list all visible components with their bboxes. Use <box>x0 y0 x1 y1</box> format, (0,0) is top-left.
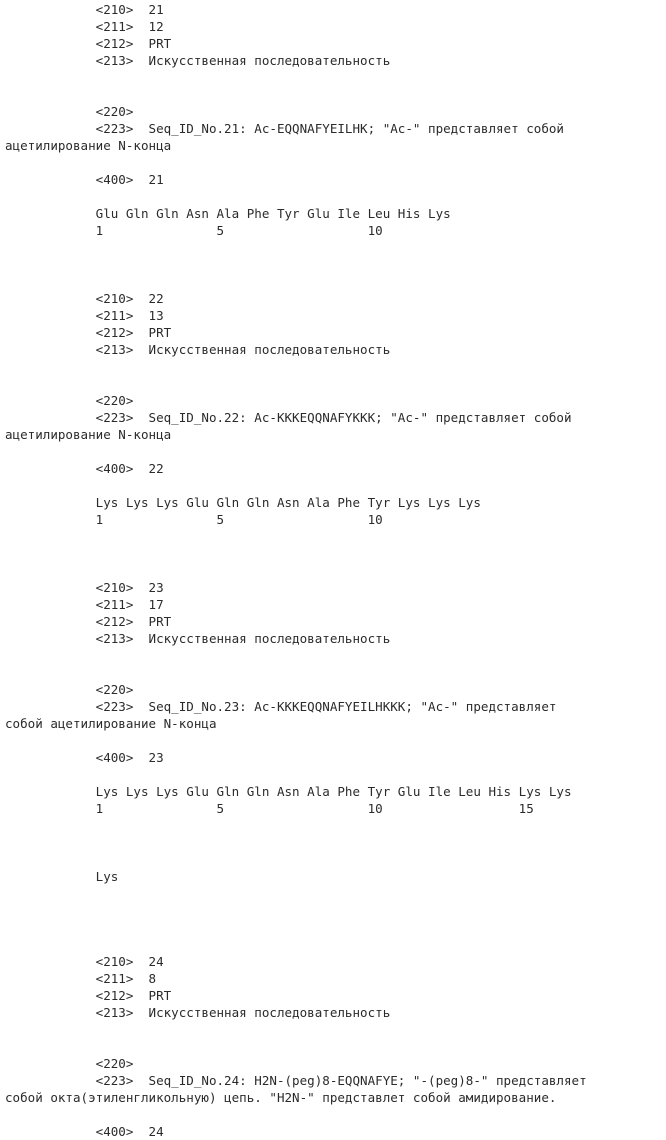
text-line: <212> PRT <box>5 325 172 340</box>
text-line: <213> Искусственная последовательность <box>5 53 391 68</box>
text-line: <223> Seq_ID_No.23: Ac-KKKEQQNAFYEILHKKK… <box>5 699 557 714</box>
text-line: <213> Искусственная последовательность <box>5 631 391 646</box>
text-line: <223> Seq_ID_No.24: H2N-(peg)8-EQQNAFYE;… <box>5 1073 587 1088</box>
text-line: Lys <box>5 869 119 884</box>
text-line: Lys Lys Lys Glu Gln Gln Asn Ala Phe Tyr … <box>5 495 481 510</box>
text-line: <223> Seq_ID_No.21: Ac-EQQNAFYEILHK; "Ac… <box>5 121 564 136</box>
text-line: <213> Искусственная последовательность <box>5 342 391 357</box>
text-line: ацетилирование N-конца <box>5 427 172 442</box>
text-line: 1 5 10 15 <box>5 801 534 816</box>
text-line: <220> <box>5 393 134 408</box>
text-line: <210> 22 <box>5 291 164 306</box>
text-line: <210> 21 <box>5 2 164 17</box>
text-line: <220> <box>5 104 134 119</box>
page-canvas: <210> 21 <211> 12 <212> PRT <213> Искусс… <box>0 0 666 1139</box>
text-line: <223> Seq_ID_No.22: Ac-KKKEQQNAFYKKK; "A… <box>5 410 572 425</box>
text-line: <400> 21 <box>5 172 164 187</box>
text-line: <212> PRT <box>5 614 172 629</box>
text-line: собой окта(этиленгликольную) цепь. "H2N-… <box>5 1090 557 1105</box>
text-line: Lys Lys Lys Glu Gln Gln Asn Ala Phe Tyr … <box>5 784 572 799</box>
sequence-listing-document: <210> 21 <211> 12 <212> PRT <213> Искусс… <box>0 0 666 1140</box>
text-line: Glu Gln Gln Asn Ala Phe Tyr Glu Ile Leu … <box>5 206 451 221</box>
text-line: <211> 13 <box>5 308 164 323</box>
text-line: <210> 23 <box>5 580 164 595</box>
text-line: <212> PRT <box>5 36 172 51</box>
text-line: ацетилирование N-конца <box>5 138 172 153</box>
text-line: <212> PRT <box>5 988 172 1003</box>
text-line: <400> 24 <box>5 1124 164 1139</box>
text-line: <213> Искусственная последовательность <box>5 1005 391 1020</box>
text-line: <220> <box>5 682 134 697</box>
text-line: <400> 23 <box>5 750 164 765</box>
text-line: <211> 17 <box>5 597 164 612</box>
text-line: <220> <box>5 1056 134 1071</box>
text-line: 1 5 10 <box>5 512 383 527</box>
text-line: <211> 12 <box>5 19 164 34</box>
text-line: собой ацетилирование N-конца <box>5 716 217 731</box>
text-line: <211> 8 <box>5 971 157 986</box>
text-line: <400> 22 <box>5 461 164 476</box>
text-line: 1 5 10 <box>5 223 383 238</box>
text-line: <210> 24 <box>5 954 164 969</box>
